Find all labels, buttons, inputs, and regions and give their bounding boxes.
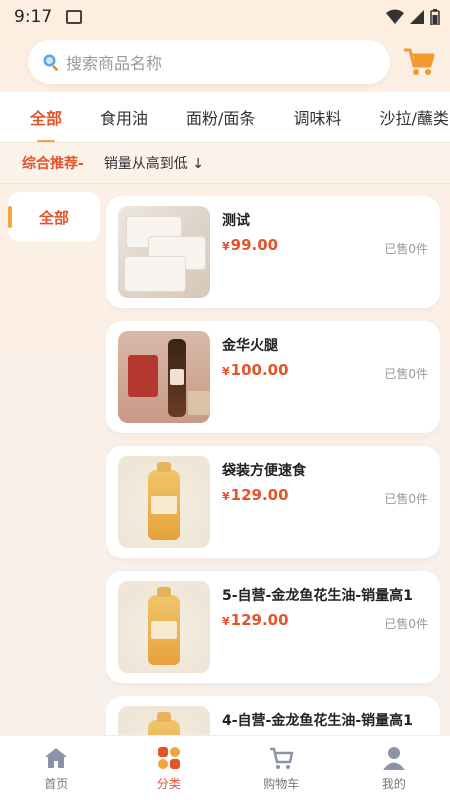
cellular-icon bbox=[410, 10, 424, 24]
search-row: 搜索商品名称 bbox=[0, 38, 450, 90]
cart-icon[interactable] bbox=[402, 46, 436, 78]
tabbar-item-home[interactable]: 首页 bbox=[0, 736, 113, 800]
tab-seasoning[interactable]: 调味料 bbox=[281, 105, 353, 129]
tabbar-label: 我的 bbox=[381, 776, 406, 791]
sidebar: 全部 bbox=[8, 192, 100, 242]
category-tabs: 全部 食用油 面粉/面条 调味料 沙拉/蘸类 bbox=[0, 92, 450, 142]
product-image bbox=[118, 206, 210, 298]
product-card[interactable]: 4-自营-金龙鱼花生油-销量高1 bbox=[106, 696, 440, 736]
wifi-icon bbox=[386, 9, 404, 24]
tab-all[interactable]: 全部 bbox=[18, 105, 74, 129]
sort-bar: 综合推荐- 销量从高到低 ↓ bbox=[0, 142, 450, 184]
search-icon bbox=[43, 54, 59, 71]
shopping-cart-icon bbox=[270, 747, 294, 769]
sort-recommended[interactable]: 综合推荐- bbox=[22, 153, 84, 173]
tab-salad-dip[interactable]: 沙拉/蘸类 bbox=[367, 105, 450, 129]
search-placeholder: 搜索商品名称 bbox=[66, 54, 163, 73]
tabbar-item-cart[interactable]: 购物车 bbox=[225, 736, 338, 800]
user-icon bbox=[382, 746, 405, 770]
status-time: 9:17 bbox=[14, 7, 53, 27]
sidebar-item-all[interactable]: 全部 bbox=[8, 192, 100, 242]
tabbar-item-me[interactable]: 我的 bbox=[338, 736, 450, 800]
product-card[interactable]: 金华火腿 ¥100.00 已售0件 bbox=[106, 321, 440, 433]
product-price: ¥129.00 bbox=[222, 486, 289, 504]
product-price: ¥129.00 bbox=[222, 611, 289, 629]
category-icon bbox=[157, 746, 180, 769]
sort-sales-desc[interactable]: 销量从高到低 ↓ bbox=[104, 153, 204, 173]
product-list: 测试 ¥99.00 已售0件 金华火腿 ¥100.00 已售0件 袋装方便速食 … bbox=[106, 196, 440, 736]
status-bar: 9:17 bbox=[0, 0, 450, 34]
bottom-tab-bar: 首页 分类 购物车 我的 bbox=[0, 735, 450, 800]
product-name: 金华火腿 bbox=[222, 338, 278, 354]
product-name: 5-自营-金龙鱼花生油-销量高1 bbox=[222, 588, 413, 604]
product-name: 测试 bbox=[222, 213, 250, 229]
product-image bbox=[118, 706, 210, 736]
product-image bbox=[118, 581, 210, 673]
tab-flour-noodles[interactable]: 面粉/面条 bbox=[174, 105, 267, 129]
product-sold-count: 已售0件 bbox=[384, 617, 428, 631]
product-price: ¥99.00 bbox=[222, 236, 279, 254]
tab-cooking-oil[interactable]: 食用油 bbox=[88, 105, 160, 129]
product-price: ¥100.00 bbox=[222, 361, 289, 379]
product-name: 袋装方便速食 bbox=[222, 463, 306, 479]
status-icons bbox=[386, 9, 440, 25]
tabbar-label: 首页 bbox=[44, 776, 69, 791]
product-card[interactable]: 袋装方便速食 ¥129.00 已售0件 bbox=[106, 446, 440, 558]
product-sold-count: 已售0件 bbox=[384, 367, 428, 381]
product-image bbox=[118, 456, 210, 548]
search-input[interactable]: 搜索商品名称 bbox=[28, 40, 390, 84]
tabbar-label: 购物车 bbox=[263, 776, 300, 791]
product-image bbox=[118, 331, 210, 423]
home-icon bbox=[45, 747, 68, 768]
product-sold-count: 已售0件 bbox=[384, 242, 428, 256]
battery-icon bbox=[430, 9, 440, 25]
tabbar-label: 分类 bbox=[156, 776, 181, 791]
product-sold-count: 已售0件 bbox=[384, 492, 428, 506]
tabbar-item-category[interactable]: 分类 bbox=[113, 736, 226, 800]
product-card[interactable]: 5-自营-金龙鱼花生油-销量高1 ¥129.00 已售0件 bbox=[106, 571, 440, 683]
product-name: 4-自营-金龙鱼花生油-销量高1 bbox=[222, 713, 413, 729]
product-card[interactable]: 测试 ¥99.00 已售0件 bbox=[106, 196, 440, 308]
image-notification-icon bbox=[66, 10, 83, 24]
